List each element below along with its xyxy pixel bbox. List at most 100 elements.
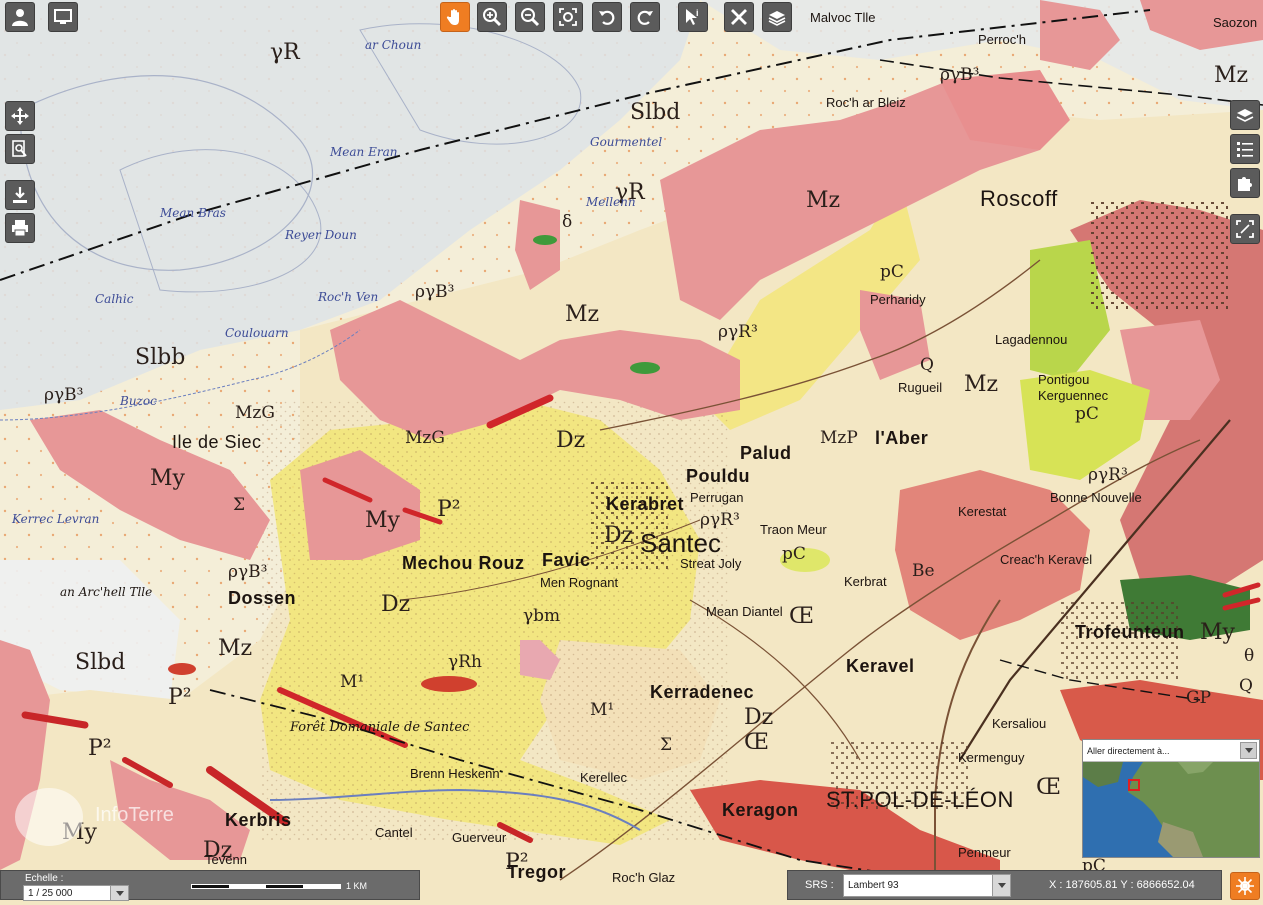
download-button[interactable] <box>5 180 35 210</box>
place-label: Kerguennec <box>1038 388 1109 403</box>
place-label: Traon Meur <box>760 522 827 537</box>
scale-bar <box>191 884 341 889</box>
map-label: Mz <box>565 302 600 327</box>
place-label: Mean Bras <box>160 206 226 220</box>
map-label: Œ <box>744 730 770 755</box>
layer-list-button[interactable] <box>1230 100 1260 130</box>
place-label: Forêt Domaniale de Santec <box>290 720 470 735</box>
place-label: Streat Joly <box>680 556 742 571</box>
place-label: Keragon <box>722 800 799 820</box>
place-label: Mechou Rouz <box>402 553 525 573</box>
map-label: Σ <box>660 735 673 755</box>
map-label: P² <box>88 736 112 761</box>
layers-icon <box>1236 109 1254 122</box>
info-tool-button[interactable]: i <box>678 2 708 32</box>
map-label: ργB³ <box>228 562 268 582</box>
map-label: M¹ <box>590 700 615 720</box>
map-label: ργR³ <box>1088 465 1128 485</box>
legend-button[interactable] <box>1230 134 1260 164</box>
place-label: Roc'h ar Bleiz <box>826 95 906 110</box>
map-label: My <box>150 466 185 491</box>
map-label: γbm <box>523 606 561 626</box>
map-label: Q <box>920 355 934 375</box>
map-label: pC <box>880 262 904 282</box>
place-label: Malvoc Tlle <box>810 10 876 25</box>
map-label: P² <box>168 685 192 710</box>
layers-button[interactable] <box>762 2 792 32</box>
extent-button[interactable] <box>1230 214 1260 244</box>
map-label: Slbb <box>135 345 186 370</box>
map-label: My <box>365 508 400 533</box>
map-label: ργB³ <box>940 65 980 85</box>
scale-value: 1 / 25 000 <box>28 887 73 899</box>
map-label: θ <box>1244 646 1255 666</box>
geological-map[interactable]: γR γR Slbd Slbd Slbb Mz Mz Mz Mz Mz MzG … <box>0 0 1263 905</box>
place-label: Reyer Doun <box>285 228 357 242</box>
place-label: Pontigou <box>1038 372 1090 387</box>
srs-select[interactable]: Lambert 93 <box>843 874 1011 897</box>
place-label: Calhic <box>95 292 134 306</box>
chevron-down-icon[interactable] <box>1240 742 1257 759</box>
place-label: Mean Diantel <box>706 604 783 619</box>
map-label: Dz <box>744 705 774 730</box>
map-label: Dz <box>604 523 634 548</box>
map-label: Slbd <box>630 100 681 125</box>
zoom-out-button[interactable] <box>515 2 545 32</box>
map-label: Œ <box>1036 775 1062 800</box>
zoom-extent-button[interactable] <box>553 2 583 32</box>
map-label: MzG <box>405 428 445 448</box>
map-label: Mz <box>806 188 841 213</box>
map-label: ργB³ <box>415 282 455 302</box>
undo-icon <box>599 10 615 25</box>
infoterre-logo <box>15 788 83 846</box>
map-label: Mz <box>964 372 999 397</box>
goto-location-select[interactable]: Aller directement à... <box>1083 740 1259 762</box>
place-label: Tregor <box>507 862 567 882</box>
place-label: Saozon <box>1213 15 1258 30</box>
place-label: Perrugan <box>690 490 744 505</box>
extent-icon <box>1236 220 1254 238</box>
chevron-down-icon <box>992 875 1010 896</box>
redo-view-button[interactable] <box>630 2 660 32</box>
place-label: Mellenn <box>586 195 636 209</box>
hand-icon <box>446 9 459 25</box>
place-label: Kersaliou <box>992 716 1047 731</box>
map-label: MzG <box>235 403 275 423</box>
overview-minimap[interactable]: Aller directement à... <box>1082 739 1260 858</box>
place-label: Perroc'h <box>978 32 1027 47</box>
map-label: GP <box>1186 688 1212 708</box>
coordinates-readout: X : 187605.81 Y : 6866652.04 <box>1049 879 1195 891</box>
place-label: Kerestat <box>958 504 1007 519</box>
map-label: Mz <box>218 636 253 661</box>
place-label: Kerellec <box>580 770 627 785</box>
place-label: l'Aber <box>875 428 929 448</box>
search-document-button[interactable] <box>5 134 35 164</box>
undo-view-button[interactable] <box>592 2 622 32</box>
map-label: MzP <box>820 428 858 448</box>
place-label: Men Rognant <box>540 575 619 590</box>
place-label: Trofeunteun <box>1075 622 1185 642</box>
tools-button[interactable] <box>724 2 754 32</box>
user-account-button[interactable] <box>5 2 35 32</box>
place-label: Kerrec Levran <box>12 512 100 526</box>
display-settings-button[interactable] <box>48 2 78 32</box>
zoom-in-button[interactable] <box>477 2 507 32</box>
print-button[interactable] <box>5 213 35 243</box>
move-arrows-icon <box>11 107 29 125</box>
place-label: Kerbris <box>225 810 292 830</box>
pan-tool-button[interactable] <box>440 2 470 32</box>
settings-button[interactable] <box>1230 872 1260 900</box>
catalog-button[interactable] <box>1230 168 1260 198</box>
place-label: Penmeur <box>958 845 1011 860</box>
scale-select[interactable]: 1 / 25 000 <box>23 885 129 901</box>
place-label: Pouldu <box>686 466 750 486</box>
map-label: γR <box>270 40 300 65</box>
place-label: Coulouarn <box>225 326 289 340</box>
map-label: My <box>1200 620 1235 645</box>
place-label: Dossen <box>228 588 297 608</box>
map-label: Dz <box>556 428 586 453</box>
map-label: pC <box>782 544 806 564</box>
fullscreen-button[interactable] <box>5 101 35 131</box>
place-label: Kerbrat <box>844 574 887 589</box>
zoom-in-icon <box>483 8 502 27</box>
